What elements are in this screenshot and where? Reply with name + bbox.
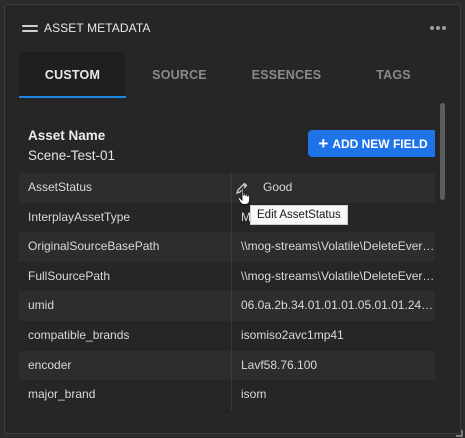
asset-name-value: Scene-Test-01 (28, 148, 116, 163)
edit-tooltip: Edit AssetStatus (250, 205, 348, 225)
table-row: InterplayAssetType M (19, 202, 435, 233)
field-value: Good (263, 180, 293, 194)
field-value[interactable]: 06.0a.2b.34.01.01.01.05.01.01.24.47.... (232, 291, 435, 321)
more-horizontal-icon[interactable] (430, 26, 446, 31)
field-key: InterplayAssetType (19, 202, 232, 233)
add-new-field-button[interactable]: + ADD NEW FIELD (308, 130, 435, 157)
field-key: FullSourcePath (19, 261, 232, 292)
table-row: FullSourcePath \\mog-streams\Volatile\De… (19, 261, 435, 292)
tab-essences[interactable]: ESSENCES (233, 52, 340, 98)
panel-header: ASSET METADATA (5, 5, 460, 43)
field-value[interactable]: isom (232, 380, 435, 410)
tab-custom[interactable]: CUSTOM (19, 52, 126, 98)
field-key: umid (19, 291, 232, 321)
tab-tags[interactable]: TAGS (340, 52, 447, 98)
asset-name-section: Asset Name Scene-Test-01 + ADD NEW FIELD (19, 115, 435, 173)
resize-corner-icon[interactable] (455, 429, 463, 437)
field-key: compatible_brands (19, 320, 232, 351)
field-value[interactable]: \\mog-streams\Volatile\DeleteEvery ... (232, 232, 435, 262)
tab-source[interactable]: SOURCE (126, 52, 233, 98)
table-row: AssetStatus Good (19, 173, 435, 203)
table-row: compatible_brands isomiso2avc1mp41 (19, 320, 435, 351)
metadata-content: Asset Name Scene-Test-01 + ADD NEW FIELD… (19, 115, 435, 412)
field-key: major_brand (19, 380, 232, 410)
table-row: OriginalSourceBasePath \\mog-streams\Vol… (19, 232, 435, 262)
panel-title: ASSET METADATA (44, 21, 151, 35)
field-value[interactable]: \\mog-streams\Volatile\DeleteEvery ... (232, 262, 435, 292)
field-value[interactable]: isomiso2avc1mp41 (232, 321, 435, 351)
field-key: AssetStatus (19, 173, 232, 203)
field-value[interactable]: Lavf58.76.100 (232, 351, 435, 381)
field-value-cell[interactable]: Good (232, 173, 435, 203)
field-key: OriginalSourceBasePath (19, 232, 232, 262)
add-new-field-label: ADD NEW FIELD (332, 136, 428, 151)
scrollbar-thumb[interactable] (440, 103, 445, 200)
metadata-table: AssetStatus Good InterplayAssetType M Or… (19, 173, 435, 410)
table-row: encoder Lavf58.76.100 (19, 350, 435, 381)
hand-cursor-icon (237, 187, 251, 205)
table-row: umid 06.0a.2b.34.01.01.01.05.01.01.24.47… (19, 291, 435, 321)
plus-icon: + (318, 134, 329, 153)
asset-name-label: Asset Name (28, 128, 106, 143)
field-key: encoder (19, 350, 232, 381)
drag-handle-icon[interactable] (22, 25, 38, 34)
tab-bar: CUSTOM SOURCE ESSENCES TAGS (19, 52, 447, 98)
asset-metadata-panel: ASSET METADATA CUSTOM SOURCE ESSENCES TA… (4, 4, 463, 437)
table-row: major_brand isom (19, 380, 435, 410)
